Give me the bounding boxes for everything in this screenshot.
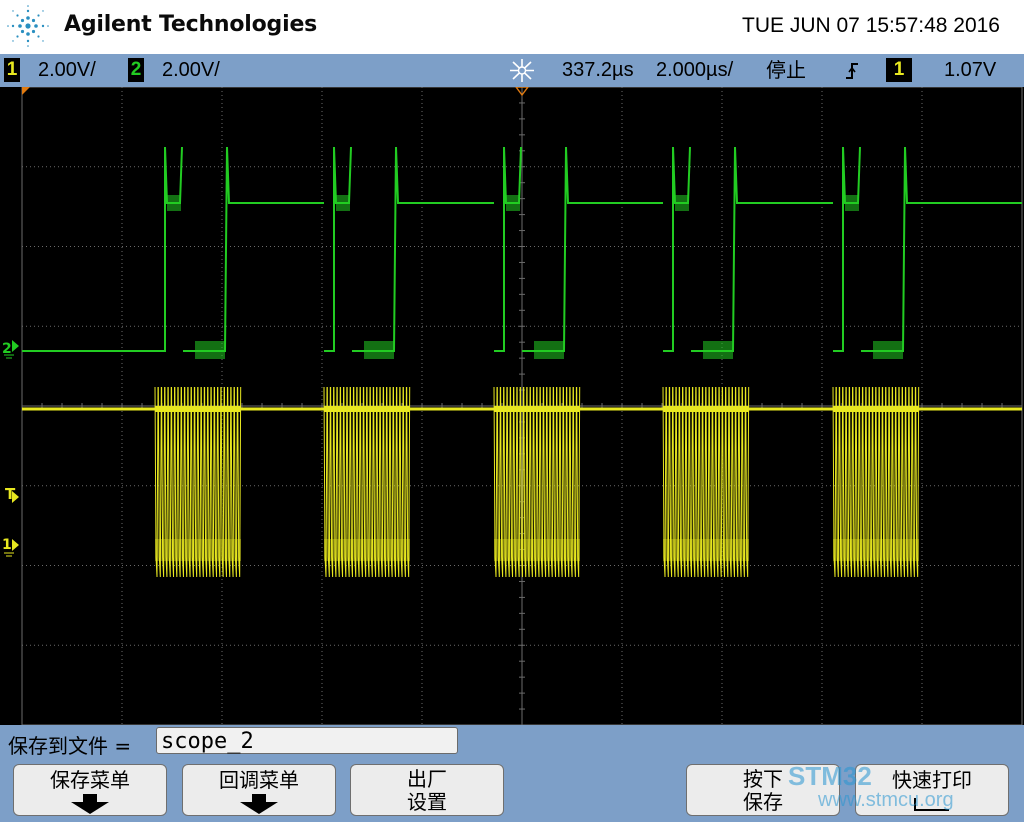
rising-edge-icon [846,63,858,79]
ch1-indicator[interactable]: 1 [4,58,20,82]
header-bar: Agilent Technologies TUE JUN 07 15:57:48… [0,0,1024,55]
filename-row: 保存到文件 = scope_2 [0,725,1024,760]
filename-field[interactable]: scope_2 [156,727,458,754]
recall-menu-button[interactable]: 回调菜单 [182,764,336,816]
factory-setup-button[interactable]: 出厂 设置 [350,764,504,816]
down-arrow-icon [240,794,278,814]
save-menu-button[interactable]: 保存菜单 [13,764,167,816]
run-state: 停止 [766,58,806,82]
ch1-marker-label: 1 [2,537,12,553]
ch2-scale: 2.00V/ [162,59,220,81]
down-arrow-icon [71,794,109,814]
delay-value: 337.2µs [562,59,634,81]
trigger-level: 1.07V [944,59,997,81]
trigger-source[interactable]: 1 [886,58,912,82]
quick-print-label: 快速打印 [892,768,972,792]
trigger-delay-icon [510,59,534,82]
trigger-level-marker[interactable]: T [5,485,19,503]
recall-menu-label: 回调菜单 [219,768,299,792]
ch1-ground-marker[interactable]: 1 [2,537,19,557]
datetime: TUE JUN 07 15:57:48 2016 [742,14,1000,37]
press-to-save-button[interactable]: 按下 保存 [686,764,840,816]
return-arrow-icon [914,798,949,811]
status-bar: 1 2.00V/ 2 2.00V/ 337.2µs 2.000µs/ 停止 1 … [0,54,1024,87]
timebase-value: 2.000µs/ [656,59,734,81]
brand-title: Agilent Technologies [64,12,318,37]
factory-line1: 出厂 [407,767,447,791]
press-line2: 保存 [743,790,783,814]
agilent-spark-icon [7,5,49,47]
scope-display[interactable]: 2 T 1 [0,87,1024,725]
waveform-area: 2 T 1 [2,87,1023,725]
left-edge-marker [22,87,30,95]
ch1-scale: 2.00V/ [38,59,96,81]
factory-line2: 设置 [407,790,447,814]
press-line1: 按下 [743,767,783,791]
save-to-file-label: 保存到文件 = [8,734,132,758]
softkey-bar: 保存菜单 回调菜单 出厂 设置 按下 保存 快速打印 [0,760,1024,822]
save-menu-label: 保存菜单 [50,768,130,792]
ch2-indicator[interactable]: 2 [128,58,144,82]
ch2-ground-marker[interactable]: 2 [2,340,19,359]
quick-print-button[interactable]: 快速打印 [855,764,1009,816]
